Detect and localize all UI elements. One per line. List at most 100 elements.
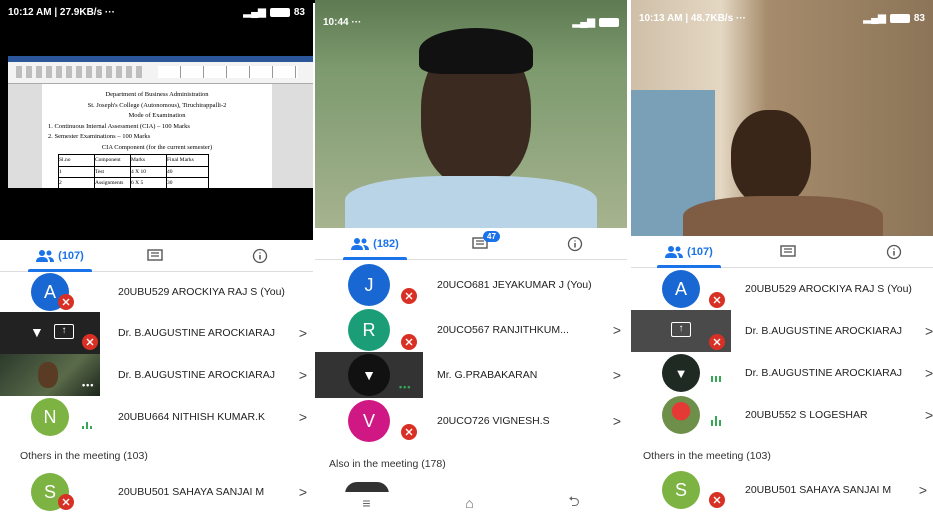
chevron-right-icon[interactable]: > [293,409,313,425]
avatar-initial: A [674,278,687,299]
tab-chat[interactable] [763,236,813,268]
present-screen-icon: ↑ [671,322,691,337]
section-header: Others in the meeting (103) [643,450,771,462]
avatar: A [662,270,700,308]
tab-people[interactable]: (107) [649,236,729,268]
avatar-initial: S [43,481,56,502]
meet-screen-3: 10:13 AM | 48.7KB/s ··· ▂▄▆ 83 (107) A 20… [631,0,933,514]
chat-icon [780,245,796,257]
td: Test [94,165,131,178]
participant-name: 20UBU552 S LOGESHAR [745,409,868,421]
participant-row[interactable]: S 20UBU501 SAHAYA SANJAI M > [0,472,313,512]
tab-info[interactable] [869,236,919,268]
back-icon[interactable]: ⮌ [568,491,579,514]
battery-level: 83 [293,6,305,18]
people-icon [351,238,370,250]
thumb: S [631,470,731,510]
thumb: ▼ [631,352,731,394]
status-time: 10:44 [323,16,349,28]
status-dots: ··· [351,16,362,28]
chevron-right-icon[interactable]: > [293,484,313,500]
battery-icon [269,7,290,17]
th: Marks [130,154,167,167]
tab-chat[interactable] [130,240,180,272]
chevron-right-icon[interactable]: > [607,367,627,383]
participant-row[interactable]: ••• Dr. B.AUGUSTINE AROCKIARAJ > [0,354,313,396]
participant-row[interactable]: J 20UCO681 JEYAKUMAR J (You) [315,262,627,308]
chevron-right-icon[interactable]: > [925,407,933,423]
audio-level-icon [82,422,92,429]
tab-people[interactable]: (182) [335,228,415,260]
participant-name: 20UCO567 RANJITHKUM... [437,324,569,336]
chevron-right-icon[interactable]: > [913,482,933,498]
participant-name: 20UBU664 NITHISH KUMAR.K [118,411,266,423]
present-screen-icon: ↑ [54,324,74,339]
chevron-right-icon[interactable]: > [607,413,627,429]
td: 3 [58,188,95,201]
mic-off-icon [58,494,74,510]
avatar-photo [662,396,700,434]
mic-off-icon [709,492,725,508]
participant-row[interactable]: 20UBU552 S LOGESHAR > [631,394,933,436]
participant-name: 20UBU501 SAHAYA SANJAI M [118,486,265,498]
chat-badge: 47 [483,231,500,242]
video-thumb: ••• [0,354,100,396]
participant-row[interactable]: R 20UCO567 RANJITHKUM... > [315,308,627,352]
thumb: V [315,398,423,444]
participant-row[interactable]: ↑ Dr. B.AUGUSTINE AROCKIARAJ > [631,310,933,352]
participant-row[interactable]: V 20UCO726 VIGNESH.S > [315,398,627,444]
participant-name: 20UCO681 JEYAKUMAR J (You) [437,279,592,291]
mic-off-icon [401,424,417,440]
battery-icon [599,17,619,27]
mic-off-icon [401,288,417,304]
thumb: J [315,262,423,308]
pin-icon: ▼ [30,324,44,340]
people-count: (107) [58,250,84,262]
menu-icon[interactable]: ≡ [362,495,370,511]
pin-icon: ▼ [362,367,376,383]
chevron-right-icon[interactable]: > [925,323,933,339]
avatar-initial: J [364,274,374,295]
home-icon[interactable]: ⌂ [465,495,473,511]
participant-name: 20UCO726 VIGNESH.S [437,415,550,427]
td: 1X30 [130,188,167,201]
chevron-right-icon[interactable]: > [293,325,313,341]
tab-chat[interactable]: 47 [455,228,505,260]
doc-line-6: CIA Component (for the current semester) [101,143,213,151]
mic-off-icon [401,334,417,350]
chevron-right-icon[interactable]: > [925,365,933,381]
chevron-right-icon[interactable]: > [607,322,627,338]
person-shirt [345,176,597,228]
doc-line-3: Mode of Examination [128,112,186,119]
participant-name: Dr. B.AUGUSTINE AROCKIARAJ [745,367,902,379]
speaking-dots-icon: ••• [399,382,412,392]
participant-tabs: (182) 47 [315,228,627,260]
participant-row[interactable]: N 20UBU664 NITHISH KUMAR.K > [0,396,313,438]
avatar: N [31,398,69,436]
presentation-thumb: ↑ [631,310,731,352]
doc-line-4: 1. Continuous Internal Assessment (CIA) … [48,122,190,130]
participant-row[interactable]: ▼ ••• Mr. G.PRABAKARAN > [315,352,627,398]
avatar: V [348,400,390,442]
chevron-right-icon[interactable]: > [293,367,313,383]
android-nav-bar: ≡ ⌂ ⮌ [315,492,627,514]
tab-info[interactable] [550,228,600,260]
people-count: (107) [687,246,713,258]
participant-row[interactable]: S 20UBU501 SAHAYA SANJAI M > [631,470,933,510]
participant-row[interactable]: ▼ ↑ Dr. B.AUGUSTINE AROCKIARAJ > [0,312,313,354]
tab-info[interactable] [235,240,285,272]
status-dots: ··· [104,6,115,18]
participant-row[interactable]: ▼ Dr. B.AUGUSTINE AROCKIARAJ > [631,352,933,394]
tab-people[interactable]: (107) [20,240,100,272]
participant-row[interactable]: A 20UBU529 AROCKIYA RAJ S (You) [631,268,933,310]
th: Final Marks [166,154,209,167]
mic-off-icon [709,292,725,308]
thumb: S [0,472,100,512]
thumb: A [0,272,100,312]
status-time: 10:12 AM | 27.9KB/s [8,6,103,18]
info-icon [886,244,902,260]
th: Component [94,154,131,167]
avatar-initial: R [362,319,376,340]
avatar: ▼ [348,354,390,396]
participant-row[interactable]: A 20UBU529 AROCKIYA RAJ S (You) [0,272,313,312]
